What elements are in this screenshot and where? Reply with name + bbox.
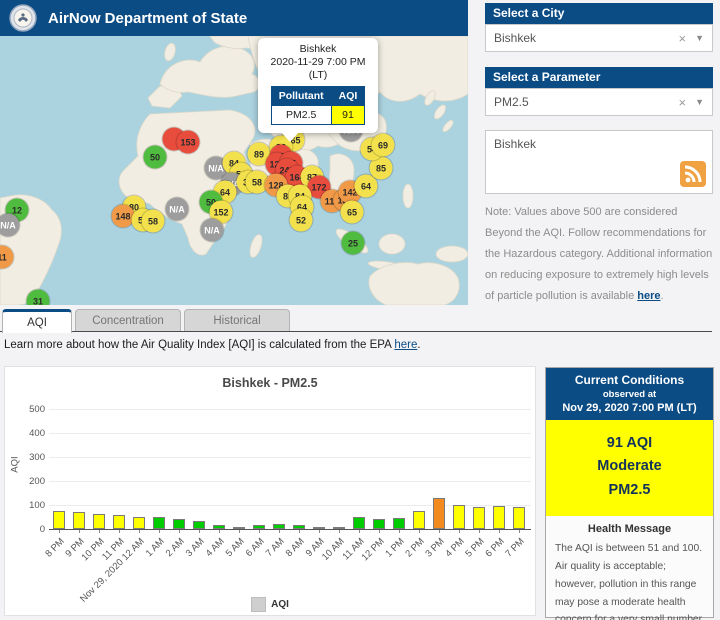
aqi-bar[interactable] [453, 505, 465, 529]
aqi-bar[interactable] [373, 519, 385, 529]
aqi-bar[interactable] [493, 505, 505, 529]
tab-historical[interactable]: Historical [184, 309, 290, 331]
gridline [49, 409, 531, 410]
aqi-bar[interactable] [133, 516, 145, 529]
x-axis-line [49, 529, 531, 530]
y-tick-label: 300 [29, 452, 45, 463]
aqi-marker[interactable]: 153 [176, 130, 200, 154]
popup-datetime: 2020-11-29 7:00 PM [270, 56, 366, 69]
tab-aqi[interactable]: AQI [2, 309, 72, 333]
current-conditions-panel: Current Conditions observed at Nov 29, 2… [545, 367, 714, 620]
popup-pointer [282, 133, 298, 143]
state-seal-icon [9, 4, 37, 32]
conditions-aqi-block: 91 AQI Moderate PM2.5 [546, 420, 713, 517]
aqi-bar[interactable] [393, 518, 405, 529]
conditions-title: Current Conditions [574, 373, 685, 387]
tab-concentration[interactable]: Concentration [75, 309, 181, 331]
aqi-marker[interactable]: 65 [340, 200, 364, 224]
learn-more-text: Learn more about how the Air Quality Ind… [4, 339, 421, 351]
health-message: Health Message The AQI is between 51 and… [546, 516, 713, 620]
city-select[interactable]: Bishkek × ▼ [485, 24, 713, 52]
select-city-header: Select a City [485, 3, 713, 24]
aqi-bar[interactable] [513, 507, 525, 529]
aqi-bar[interactable] [113, 515, 125, 529]
aqi-bar[interactable] [353, 517, 365, 529]
aqi-marker[interactable]: 69 [371, 133, 395, 157]
aqi-bar[interactable] [413, 511, 425, 529]
aqi-marker[interactable]: 58 [141, 209, 165, 233]
aqi-bar[interactable] [53, 511, 65, 529]
conditions-datetime: Nov 29, 2020 7:00 PM (LT) [562, 402, 697, 414]
app-header: AirNow Department of State [0, 0, 468, 36]
world-map[interactable]: 50153N/A8454N/A38586450152N/AN/A80148575… [0, 36, 468, 305]
tab-bar: AQI Concentration Historical [2, 309, 290, 333]
aqi-marker[interactable]: N/A [165, 197, 189, 221]
popup-city: Bishkek [299, 43, 337, 55]
legend-label: AQI [271, 599, 289, 610]
aqi-bar[interactable] [473, 506, 485, 529]
aqi-bar[interactable] [193, 521, 205, 529]
y-tick-label: 400 [29, 428, 45, 439]
conditions-aqi-value: 91 AQI [606, 435, 653, 451]
gridline [49, 457, 531, 458]
y-tick-label: 0 [39, 524, 45, 535]
map-popup: Bishkek 2020-11-29 7:00 PM (LT) Pollutan… [258, 38, 378, 143]
popup-timezone: (LT) [308, 69, 328, 82]
popup-aqi-value: 91 [330, 105, 366, 126]
aqi-marker[interactable]: 25 [341, 231, 365, 255]
aqi-marker[interactable]: 31 [26, 289, 50, 305]
health-message-title: Health Message [587, 523, 672, 536]
learn-more-suffix: . [417, 339, 421, 351]
popup-table: Pollutant AQI PM2.5 91 [270, 86, 366, 126]
y-tick-label: 200 [29, 476, 45, 487]
clear-parameter-icon[interactable]: × [678, 95, 686, 110]
aqi-chart: Bishkek - PM2.5 AQI 0 100 200 300 400 500 8 PM… [4, 366, 536, 616]
note-text: Note: Values above 500 are considered Be… [485, 202, 713, 306]
tab-underline [0, 331, 712, 332]
aqi-bar[interactable] [153, 517, 165, 529]
chart-title: Bishkek - PM2.5 [222, 376, 318, 390]
epa-link[interactable]: here [394, 339, 417, 351]
legend-swatch [251, 597, 267, 612]
health-message-text: The AQI is between 51 and 100. Air quali… [555, 543, 703, 620]
parameter-select[interactable]: PM2.5 × ▼ [485, 88, 713, 116]
select-parameter-header: Select a Parameter [485, 67, 713, 88]
popup-pollutant-value: PM2.5 [270, 105, 332, 126]
popup-col-pollutant: Pollutant [270, 86, 332, 107]
y-tick-label: 500 [29, 404, 45, 415]
note-link[interactable]: here [637, 290, 660, 302]
feed-city-label: Bishkek [494, 137, 537, 151]
city-select-value: Bishkek [494, 31, 537, 45]
note-suffix: . [660, 289, 664, 302]
aqi-marker[interactable]: 50 [143, 145, 167, 169]
popup-col-aqi: AQI [330, 86, 366, 107]
sidebar: Select a City Bishkek × ▼ Select a Param… [485, 3, 713, 306]
aqi-marker[interactable]: 52 [289, 208, 313, 232]
aqi-bar[interactable] [433, 497, 445, 529]
conditions-header: Current Conditions observed at Nov 29, 2… [546, 368, 713, 420]
aqi-bar[interactable] [73, 512, 85, 529]
aqi-bar[interactable] [173, 519, 185, 529]
clear-city-icon[interactable]: × [678, 31, 686, 46]
conditions-observed-at: observed at [602, 389, 657, 400]
chart-legend: AQI [5, 597, 535, 612]
gridline [49, 433, 531, 434]
page-title: AirNow Department of State [48, 9, 248, 27]
aqi-marker[interactable]: 64 [354, 174, 378, 198]
parameter-caret-icon[interactable]: ▼ [695, 97, 704, 107]
parameter-select-value: PM2.5 [494, 95, 529, 109]
gridline [49, 481, 531, 482]
aqi-bar[interactable] [93, 513, 105, 529]
aqi-marker[interactable]: N/A [200, 218, 224, 242]
note-prefix: Note: Values above 500 are considered Be… [485, 206, 713, 302]
airnow-page: AirNow Department of State 50 153 N/A 84… [0, 0, 720, 620]
feed-box: Bishkek [485, 130, 713, 194]
y-tick-label: 100 [29, 500, 45, 511]
rss-icon[interactable] [680, 161, 706, 187]
learn-more-prefix: Learn more about how the Air Quality Ind… [4, 339, 395, 351]
conditions-pollutant: PM2.5 [608, 481, 651, 498]
city-caret-icon[interactable]: ▼ [695, 33, 704, 43]
conditions-category: Moderate [597, 458, 662, 475]
